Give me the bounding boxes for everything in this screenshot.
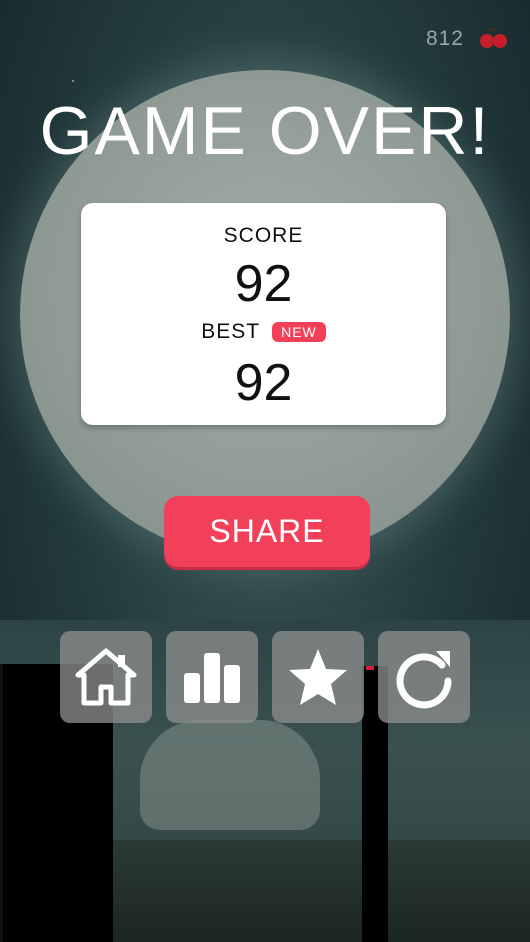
- action-buttons: [60, 631, 470, 723]
- score-value: 92: [234, 255, 293, 313]
- leaderboard-icon: [184, 653, 240, 703]
- best-value: 92: [234, 354, 293, 412]
- restart-button[interactable]: [378, 631, 470, 723]
- home-button[interactable]: [60, 631, 152, 723]
- share-button[interactable]: SHARE: [164, 496, 370, 567]
- new-badge: NEW: [272, 322, 326, 342]
- stick: [0, 664, 3, 942]
- score-label: SCORE: [223, 224, 304, 247]
- cherry-icon: [478, 26, 510, 52]
- rate-button[interactable]: [272, 631, 364, 723]
- best-label: BEST: [201, 320, 261, 343]
- background-bush: [140, 720, 320, 830]
- star-dot: [72, 80, 74, 82]
- game-over-title: GAME OVER!: [39, 93, 491, 169]
- currency-counter: 812: [426, 26, 510, 52]
- best-row: BEST NEW: [81, 320, 446, 344]
- home-icon: [75, 648, 137, 706]
- leaderboard-button[interactable]: [166, 631, 258, 723]
- star-icon: [289, 649, 347, 705]
- restart-icon: [396, 651, 452, 709]
- score-card: SCORE 92 BEST NEW 92: [81, 203, 446, 425]
- currency-count: 812: [425, 27, 464, 50]
